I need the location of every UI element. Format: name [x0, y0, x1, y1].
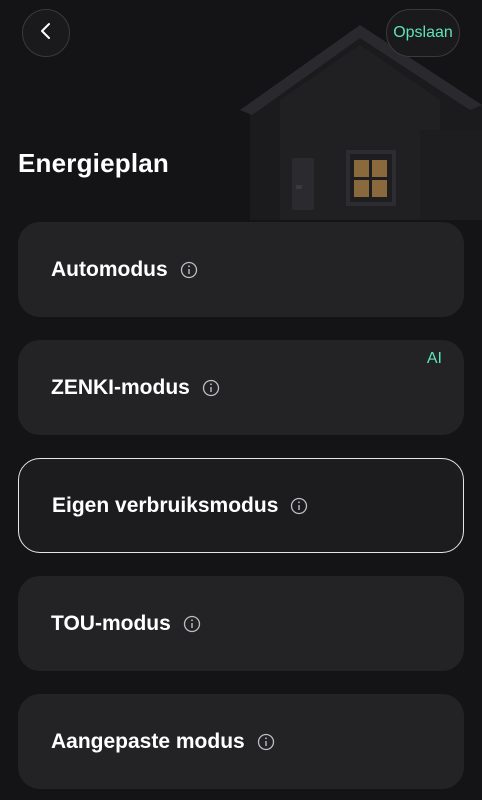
- mode-label: Automodus: [51, 257, 168, 281]
- chevron-left-icon: [37, 22, 55, 45]
- mode-card-self-consumption[interactable]: Eigen verbruiksmodus: [18, 458, 464, 553]
- info-icon[interactable]: [202, 379, 220, 397]
- mode-label: Eigen verbruiksmodus: [52, 493, 279, 517]
- info-icon[interactable]: [180, 261, 198, 279]
- save-button[interactable]: Opslaan: [386, 9, 460, 57]
- back-button[interactable]: [22, 9, 70, 57]
- info-icon[interactable]: [257, 733, 275, 751]
- mode-label: ZENKI-modus: [51, 375, 190, 399]
- page-title: Energieplan: [18, 148, 170, 178]
- mode-card-tou[interactable]: TOU-modus: [18, 576, 464, 671]
- mode-card-custom[interactable]: Aangepaste modus: [18, 694, 464, 789]
- mode-card-zenki[interactable]: ZENKI-modus AI: [18, 340, 464, 435]
- ai-badge: AI: [426, 350, 442, 367]
- mode-label: Aangepaste modus: [51, 729, 245, 753]
- info-icon[interactable]: [290, 497, 308, 515]
- mode-card-auto[interactable]: Automodus: [18, 222, 464, 317]
- mode-label: TOU-modus: [51, 611, 171, 635]
- info-icon[interactable]: [183, 615, 201, 633]
